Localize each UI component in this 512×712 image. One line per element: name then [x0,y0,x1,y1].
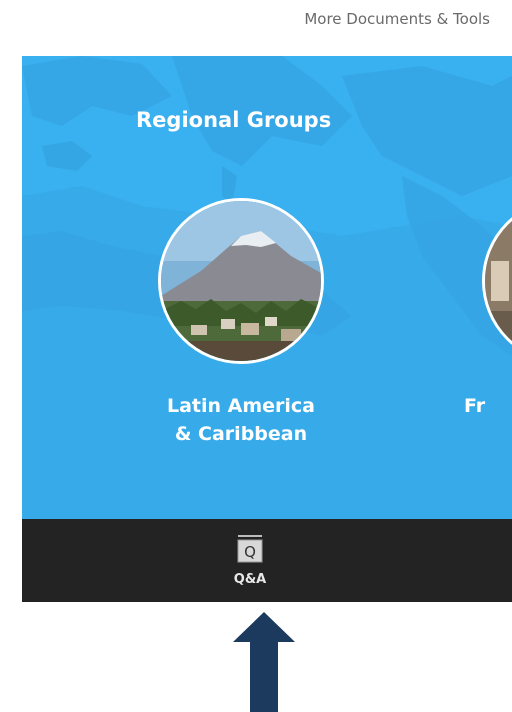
more-documents-tools-link[interactable]: More Documents & Tools [304,10,490,28]
qa-icon: Q [232,535,268,565]
arrow-up-icon [233,612,295,712]
second-group-label: Fr [464,395,486,417]
latin-america-label: Latin America & Caribbean [142,392,340,448]
qa-button[interactable]: Q Q&A [220,527,280,597]
qa-icon-glyph: Q [244,543,256,561]
bottom-nav-bar: Q Q&A [22,519,512,602]
latin-america-label-line2: & Caribbean [174,423,308,445]
top-bar: More Documents & Tools [0,0,512,56]
group-card-latin-america[interactable]: Latin America & Caribbean [142,198,332,445]
second-group-photo [482,198,512,364]
page: More Documents & Tools Regional Groups L… [0,0,512,712]
regional-groups-title: Regional Groups [136,108,332,132]
latin-america-label-line1: Latin America [166,395,316,417]
regional-groups-panel: Regional Groups Latin America & Caribbea… [22,56,512,519]
group-card-second[interactable]: Fr [452,198,512,438]
latin-america-photo [158,198,324,364]
qa-label: Q&A [233,572,267,587]
